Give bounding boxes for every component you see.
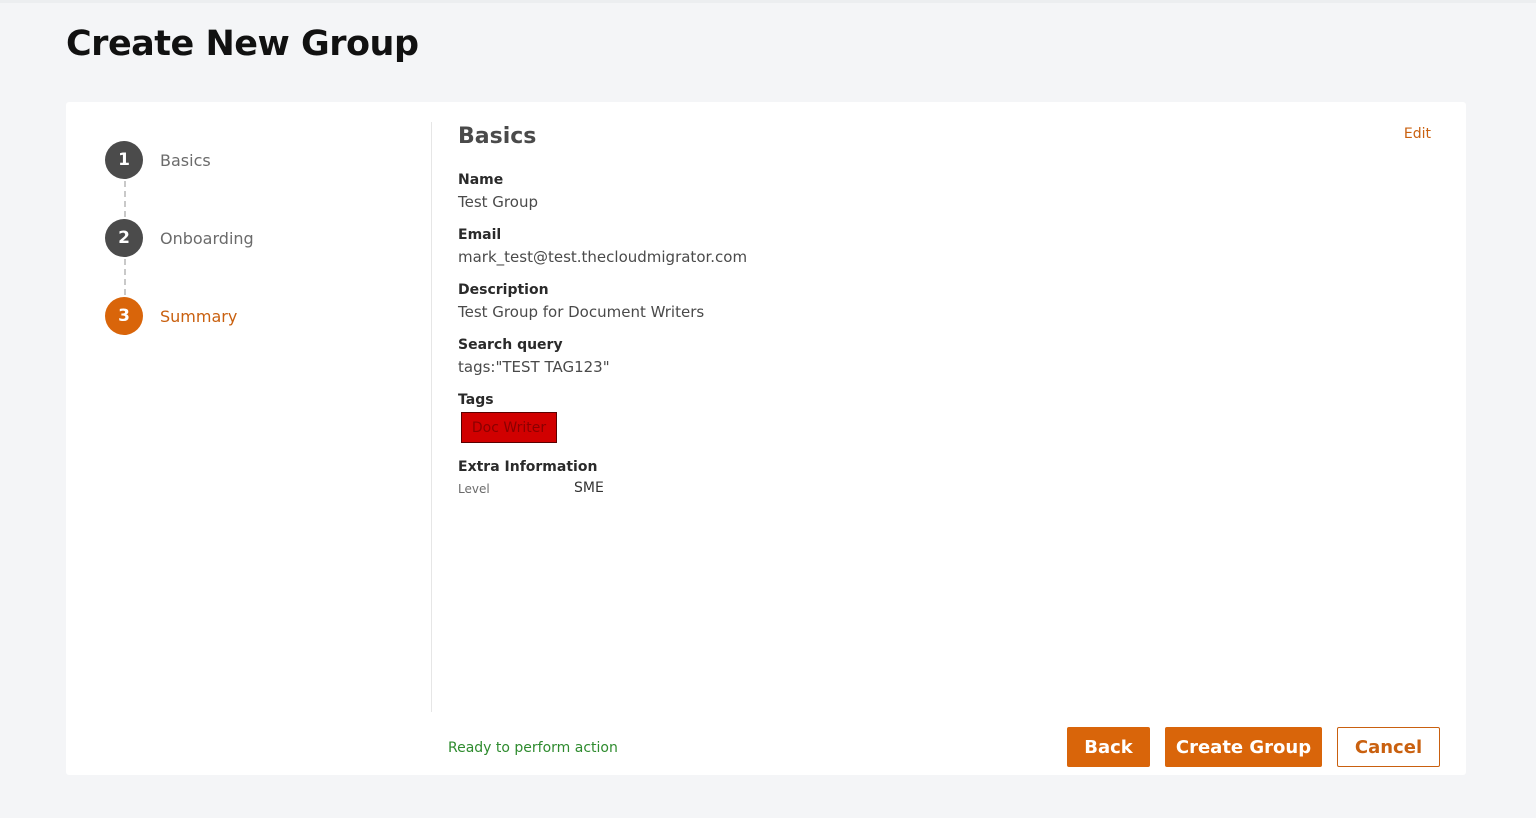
step-connector-2 bbox=[124, 259, 126, 295]
back-button[interactable]: Back bbox=[1067, 727, 1150, 767]
cancel-button[interactable]: Cancel bbox=[1337, 727, 1440, 767]
name-label: Name bbox=[458, 172, 504, 188]
search-query-label: Search query bbox=[458, 337, 563, 353]
step-number-3: 3 bbox=[105, 297, 143, 335]
page-title: Create New Group bbox=[66, 24, 419, 64]
extra-info-value: SME bbox=[574, 480, 604, 496]
create-group-button[interactable]: Create Group bbox=[1165, 727, 1322, 767]
edit-link[interactable]: Edit bbox=[1404, 126, 1431, 142]
step-label-summary: Summary bbox=[160, 306, 238, 326]
email-label: Email bbox=[458, 227, 502, 243]
tags-label: Tags bbox=[458, 392, 494, 408]
step-basics[interactable]: 1 Basics bbox=[105, 141, 211, 179]
top-strip bbox=[0, 0, 1536, 3]
extra-info-key: Level bbox=[458, 482, 490, 496]
vertical-divider bbox=[431, 122, 432, 712]
description-label: Description bbox=[458, 282, 549, 298]
step-connector-1 bbox=[124, 181, 126, 217]
step-label-basics: Basics bbox=[160, 150, 211, 170]
wizard-card: 1 Basics 2 Onboarding 3 Summary Basics E… bbox=[66, 102, 1466, 775]
step-number-2: 2 bbox=[105, 219, 143, 257]
description-value: Test Group for Document Writers bbox=[458, 303, 705, 321]
name-value: Test Group bbox=[458, 193, 538, 211]
search-query-value: tags:"TEST TAG123" bbox=[458, 358, 610, 376]
status-text: Ready to perform action bbox=[448, 740, 618, 756]
step-summary[interactable]: 3 Summary bbox=[105, 297, 237, 335]
step-number-1: 1 bbox=[105, 141, 143, 179]
tag-chip: Doc Writer bbox=[461, 412, 557, 443]
step-label-onboarding: Onboarding bbox=[160, 228, 254, 248]
extra-info-label: Extra Information bbox=[458, 459, 598, 475]
section-title: Basics bbox=[458, 124, 537, 149]
step-onboarding[interactable]: 2 Onboarding bbox=[105, 219, 254, 257]
email-value: mark_test@test.thecloudmigrator.com bbox=[458, 248, 748, 266]
